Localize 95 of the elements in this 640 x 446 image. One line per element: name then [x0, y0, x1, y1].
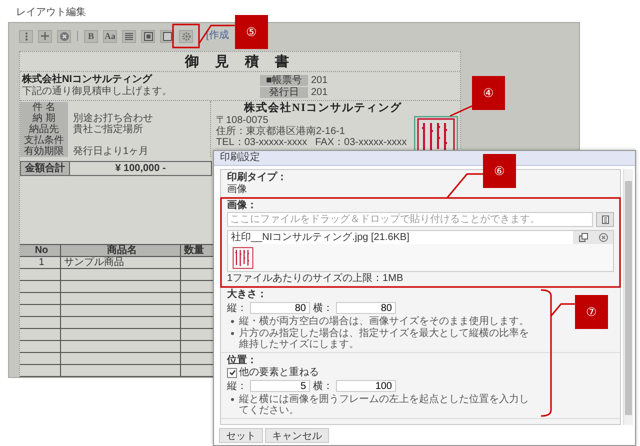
- leader-line: [550, 303, 575, 316]
- dialog-button[interactable]: キャンセル: [265, 428, 329, 442]
- copy-icon: [578, 233, 588, 242]
- note-text: 片方のみ指定した場合は、指定サイズを最大として縦横の比率を維持したサイズにします。: [239, 328, 530, 350]
- dialog-title: 印刷設定: [220, 152, 260, 164]
- table-cell: [20, 293, 61, 305]
- table-cell: 1: [20, 257, 61, 269]
- note-text: 縦・横が両方空白の場合は、画像サイズをそのまま使用します。: [239, 316, 529, 327]
- postal-code: 〒108-0075: [216, 115, 268, 126]
- detail-value: 発行日より1ヶ月: [72, 146, 150, 157]
- detail-label: 有効期限: [20, 146, 68, 157]
- phone-text: TEL：03-xxxxx-xxxx: [216, 137, 308, 148]
- input-field[interactable]: 5: [250, 380, 310, 392]
- highlight-frame: [172, 24, 200, 48]
- document-icon: [602, 215, 608, 224]
- table-cell: [20, 353, 61, 365]
- input-field[interactable]: 80: [250, 302, 310, 314]
- callout-number: ⑦: [575, 295, 608, 329]
- dialog-button[interactable]: セット: [219, 428, 263, 442]
- leader-line: [198, 24, 235, 44]
- file-name: 社印__NIコンサルティング.jpg [21.6KB]: [230, 232, 410, 243]
- close-icon: [598, 233, 608, 242]
- table-cell: [20, 269, 61, 281]
- size-limit-text: 1ファイルあたりのサイズの上限：1MB: [227, 273, 404, 284]
- callout-number: ⑤: [234, 14, 268, 48]
- table-cell: [20, 341, 61, 353]
- settings-icon: [182, 32, 190, 40]
- format-button[interactable]: Aa: [103, 30, 117, 42]
- table-cell: [20, 317, 61, 329]
- table-cell: [20, 281, 61, 293]
- customer-name: 株式会社NIコンサルティング: [22, 74, 154, 85]
- copy-button[interactable]: [573, 231, 593, 244]
- callout-number: ④: [472, 76, 505, 110]
- frame-icon: [162, 32, 172, 40]
- frame-button[interactable]: [141, 30, 155, 42]
- meta-label: 発行日: [260, 86, 308, 98]
- checkbox-label: 他の要素と重ねる: [239, 367, 319, 378]
- note-text: 縦と横には画像を囲うフレームの左上を起点とした位置を入力してください。: [239, 394, 530, 416]
- window-title: レイアウト編集: [16, 7, 86, 19]
- meta-value: 201: [310, 86, 328, 98]
- table-cell: [20, 305, 61, 317]
- leader-line: [450, 105, 472, 117]
- total-value: ¥ 100,000 -: [114, 162, 167, 175]
- table-cell: サンプル商品: [61, 257, 181, 269]
- square-icon: [144, 32, 152, 40]
- field-label: 縦：: [227, 302, 247, 315]
- leader-line: [446, 173, 483, 198]
- input-field[interactable]: 100: [336, 380, 396, 392]
- format-button[interactable]: B: [84, 30, 98, 42]
- detail-label: 件 名: [20, 102, 68, 113]
- bullet-icon: [231, 320, 234, 323]
- total-label: 金額合計: [21, 162, 70, 175]
- settings-button[interactable]: [179, 30, 193, 42]
- dots-icon: [24, 32, 28, 40]
- detail-label: 支払条件: [20, 135, 68, 146]
- field-label: 縦：: [227, 380, 247, 393]
- scrollbar[interactable]: [623, 169, 633, 425]
- column-header: No: [20, 245, 61, 257]
- remove-button[interactable]: [593, 231, 613, 244]
- remove-button[interactable]: [57, 30, 71, 42]
- align-button[interactable]: [122, 30, 136, 42]
- table-cell: [20, 365, 61, 377]
- input-field[interactable]: 80: [336, 302, 396, 314]
- column-header: 商品名: [61, 245, 181, 257]
- lines-icon: [125, 32, 133, 40]
- meta-label: ■帳票号: [260, 74, 308, 86]
- bullet-icon: [231, 398, 234, 401]
- paste-button[interactable]: [596, 212, 614, 227]
- menu-button[interactable]: [19, 30, 33, 42]
- fax-text: FAX：03-xxxxx-xxxx: [315, 137, 407, 148]
- field-label: 大きさ：: [227, 289, 268, 300]
- checkbox[interactable]: [227, 368, 237, 378]
- plus-icon: [41, 32, 49, 40]
- drop-field[interactable]: ここにファイルをドラッグ＆ドロップで貼り付けることができます。: [227, 212, 593, 227]
- callout-number: ⑥: [483, 154, 516, 188]
- field-label: 画像：: [227, 200, 258, 211]
- table-cell: [20, 329, 61, 341]
- field-value: 画像: [227, 184, 248, 195]
- detail-label: 納品先: [20, 124, 68, 135]
- field-label: 位置：: [227, 355, 258, 366]
- detail-label: 納 期: [20, 113, 68, 124]
- issuer-name: 株式会社NIコンサルティング: [244, 101, 404, 115]
- field-label: 印刷タイプ：: [227, 172, 288, 183]
- document-title: 御 見 積 書: [185, 52, 295, 70]
- meta-value: 201: [310, 74, 328, 86]
- field-label: 横：: [313, 380, 333, 393]
- add-button[interactable]: [38, 30, 52, 42]
- bullet-icon: [231, 332, 234, 335]
- close-icon: [60, 32, 68, 40]
- detail-value: 貴社ご指定場所: [72, 124, 144, 135]
- detail-value: 別途お打ち合わせ: [72, 113, 154, 124]
- greeting-text: 下記の通り御見積申し上げます。: [22, 86, 173, 97]
- address-text: 住所：東京都港区港南2-16-1: [216, 126, 346, 137]
- field-label: 横：: [313, 302, 333, 315]
- border-button[interactable]: [160, 30, 174, 42]
